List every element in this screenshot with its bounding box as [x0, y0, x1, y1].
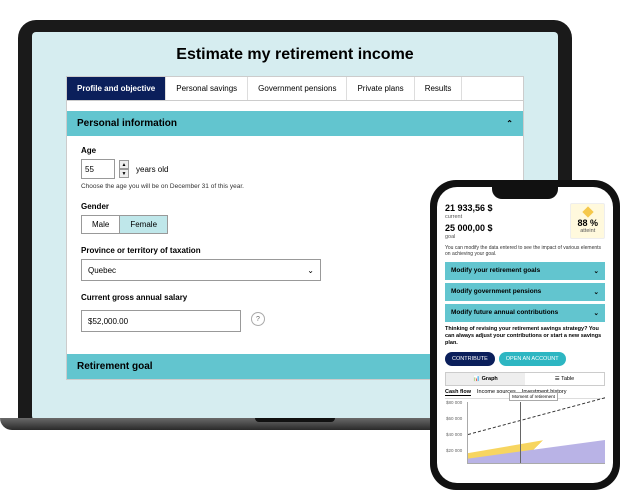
- callout-text: Thinking of revising your retirement sav…: [445, 326, 605, 347]
- section-retirement-goal-title: Retirement goal: [77, 361, 153, 372]
- salary-input[interactable]: [81, 310, 241, 332]
- accordion-government-pensions[interactable]: Modify government pensions⌄: [445, 283, 605, 301]
- age-input[interactable]: [81, 159, 115, 179]
- section-personal-info-header[interactable]: Personal information ⌃: [67, 111, 523, 136]
- tab-results[interactable]: Results: [415, 77, 463, 100]
- retirement-marker-line: [520, 402, 521, 463]
- accordion-annual-contributions[interactable]: Modify future annual contributions⌄: [445, 304, 605, 322]
- chevron-up-icon: ⌃: [506, 119, 513, 128]
- phone-notch: [492, 187, 558, 199]
- help-icon[interactable]: ?: [251, 312, 265, 326]
- accordion-retirement-goals[interactable]: Modify your retirement goals⌄: [445, 262, 605, 280]
- open-account-button[interactable]: OPEN AN ACCOUNT: [499, 352, 566, 366]
- retirement-marker-label: Moment of retirement: [509, 392, 558, 401]
- cash-flow-chart: $80 000 $60 000 $40 000 $20 000 Moment o…: [467, 402, 605, 464]
- diamond-icon: [582, 206, 593, 217]
- view-switcher: 📊 Graph ☰ Table: [445, 372, 605, 386]
- ytick: $40 000: [446, 432, 462, 437]
- ytick: $80 000: [446, 400, 462, 405]
- laptop-hinge-notch: [255, 418, 335, 422]
- current-label: current: [445, 214, 493, 221]
- view-graph-button[interactable]: 📊 Graph: [446, 373, 525, 385]
- progress-percent: 88 %: [577, 218, 598, 228]
- phone-screen: 21 933,56 $ current 25 000,00 $ goal 88 …: [437, 187, 613, 483]
- progress-label: atteint: [577, 228, 598, 234]
- province-value: Quebec: [88, 266, 116, 275]
- goal-label: goal: [445, 234, 493, 241]
- chevron-down-icon: ⌄: [307, 266, 314, 275]
- tab-personal-savings[interactable]: Personal savings: [166, 77, 248, 100]
- chevron-down-icon: ⌄: [594, 288, 599, 296]
- age-step-down[interactable]: ▼: [119, 169, 129, 178]
- chevron-down-icon: ⌄: [594, 267, 599, 275]
- phone-frame: 21 933,56 $ current 25 000,00 $ goal 88 …: [430, 180, 620, 490]
- chevron-down-icon: ⌄: [594, 309, 599, 317]
- subtab-cash-flow[interactable]: Cash flow: [445, 389, 471, 396]
- contribute-button[interactable]: CONTRIBUTE: [445, 352, 495, 366]
- summary-note: You can modify the data entered to see t…: [445, 245, 605, 257]
- age-step-up[interactable]: ▲: [119, 160, 129, 169]
- ytick: $60 000: [446, 416, 462, 421]
- years-old-label: years old: [136, 165, 168, 174]
- progress-badge: 88 % atteint: [570, 203, 605, 239]
- page-title: Estimate my retirement income: [66, 46, 524, 64]
- gender-female-button[interactable]: Female: [120, 215, 168, 234]
- current-amount: 21 933,56 $: [445, 203, 493, 214]
- section-personal-info-title: Personal information: [77, 118, 177, 129]
- main-tabs: Profile and objective Personal savings G…: [66, 76, 524, 101]
- age-label: Age: [81, 146, 509, 155]
- tab-profile-objective[interactable]: Profile and objective: [67, 77, 166, 100]
- tab-private-plans[interactable]: Private plans: [347, 77, 414, 100]
- ytick: $20 000: [446, 448, 462, 453]
- gender-male-button[interactable]: Male: [81, 215, 120, 234]
- view-table-button[interactable]: ☰ Table: [525, 373, 604, 385]
- tab-government-pensions[interactable]: Government pensions: [248, 77, 347, 100]
- province-select[interactable]: Quebec ⌄: [81, 259, 321, 281]
- goal-amount: 25 000,00 $: [445, 223, 493, 234]
